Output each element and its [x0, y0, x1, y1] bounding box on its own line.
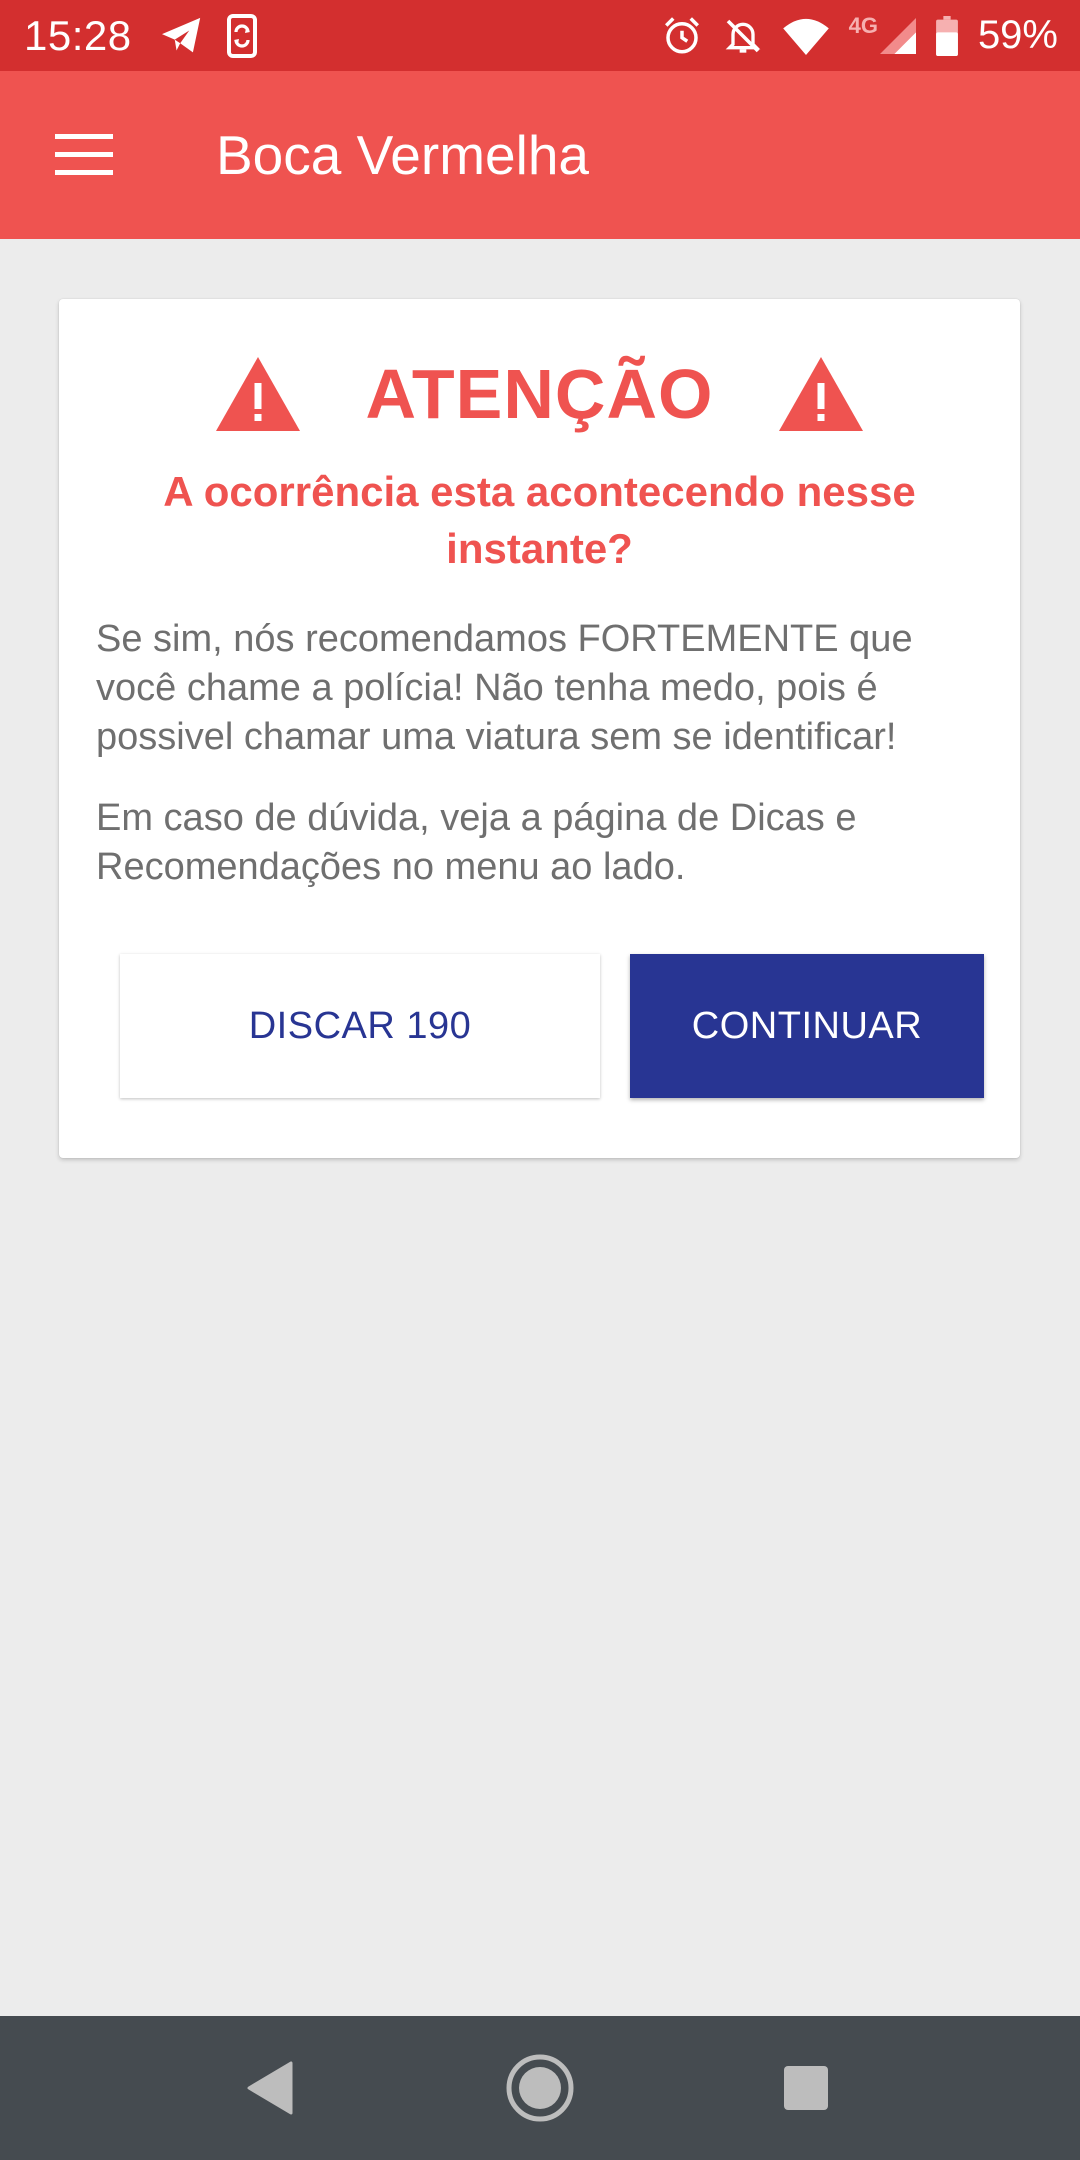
telegram-icon: [160, 16, 204, 56]
menu-button[interactable]: [42, 113, 126, 197]
alert-header: ATENÇÃO: [59, 344, 1020, 444]
status-time: 15:28: [24, 11, 132, 59]
recent-square-icon: [784, 2066, 828, 2110]
app-title: Boca Vermelha: [216, 124, 589, 186]
battery-percentage: 59%: [977, 13, 1058, 57]
alert-card: ATENÇÃO A ocorrência esta acontecendo ne…: [59, 299, 1020, 1158]
alert-title: ATENÇÃO: [365, 355, 714, 433]
alert-paragraph-recommendation: Se sim, nós recomendamos FORTEMENTE que …: [96, 618, 913, 758]
alarm-icon: [661, 15, 703, 57]
warning-icon: [779, 357, 864, 431]
back-triangle-icon: [247, 2061, 293, 2115]
alert-question: A ocorrência esta acontecendo nesse inst…: [163, 468, 916, 572]
home-circle-icon: [506, 2054, 574, 2122]
navigation-bar: [0, 2016, 1080, 2160]
status-right: 4G 59%: [661, 13, 1058, 58]
status-bar: 15:28 4G 59%: [0, 0, 1080, 71]
hamburger-menu-icon: [55, 134, 113, 175]
back-button[interactable]: [231, 2050, 307, 2126]
app-bar: Boca Vermelha: [0, 71, 1080, 239]
phone-sync-icon: [226, 13, 258, 58]
warning-icon: [215, 357, 300, 431]
bell-off-icon: [723, 15, 763, 57]
alert-paragraph-tips: Em caso de dúvida, veja a página de Dica…: [96, 797, 857, 888]
recent-apps-button[interactable]: [768, 2050, 844, 2126]
battery-icon: [936, 15, 958, 56]
network-type-label: 4G: [848, 12, 878, 38]
continue-button[interactable]: CONTINUAR: [630, 954, 984, 1098]
dial-190-button[interactable]: DISCAR 190: [120, 954, 600, 1098]
wifi-icon: [782, 17, 829, 55]
home-button[interactable]: [502, 2050, 578, 2126]
signal-icon: [879, 17, 916, 54]
status-left: 15:28: [24, 12, 280, 60]
